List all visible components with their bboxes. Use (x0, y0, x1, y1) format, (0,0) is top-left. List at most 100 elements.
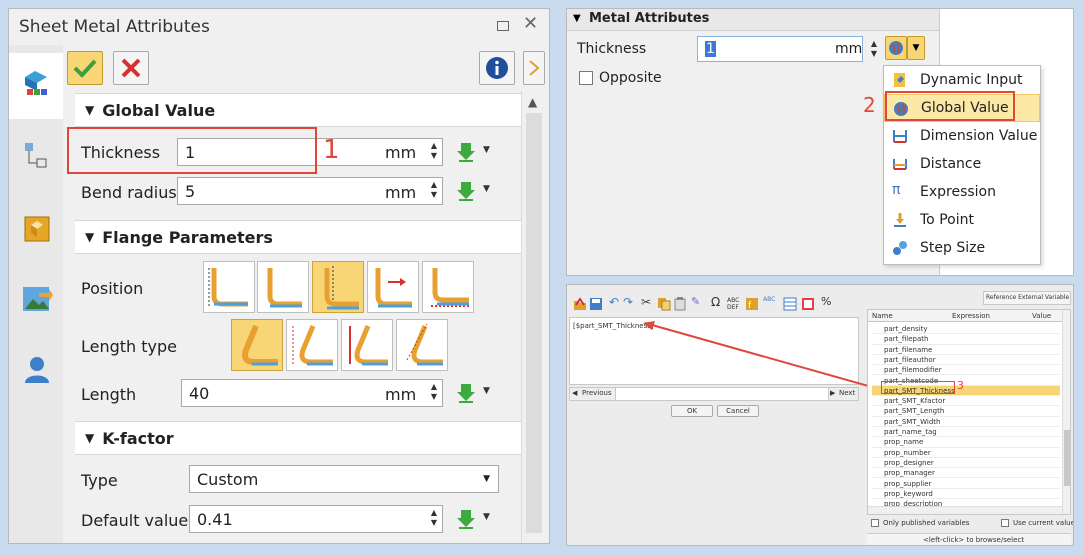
checkmark-icon (73, 59, 97, 78)
menu-item-distance[interactable]: Distance (884, 150, 1040, 178)
length-type-tangent-icon (406, 323, 443, 366)
step-size-icon (893, 241, 907, 255)
distance-icon (893, 159, 907, 170)
position-option-4[interactable] (367, 261, 419, 313)
tab-part-icon[interactable] (23, 215, 51, 243)
tab-attributes[interactable] (9, 53, 63, 119)
thickness-unit: mm (835, 41, 863, 57)
info-button[interactable] (479, 51, 515, 85)
length-type-option-4[interactable] (396, 319, 448, 371)
variable-row[interactable]: prop_name (872, 437, 1060, 448)
green-down-arrow-icon[interactable] (455, 141, 477, 163)
pi-icon: π (892, 182, 901, 198)
menu-item-dynamic-input[interactable]: Dynamic Input (884, 66, 1040, 94)
variable-row[interactable]: part_filemodifier (872, 365, 1060, 376)
variable-row[interactable]: part_density (872, 324, 1060, 335)
variable-row[interactable]: prop_designer (872, 458, 1060, 469)
length-type-web-icon (349, 325, 388, 366)
variable-row[interactable]: part_filename (872, 345, 1060, 355)
select-arrow-icon: ▼ (483, 474, 490, 484)
scrollbar[interactable]: ▲ (521, 91, 545, 543)
expand-button[interactable] (523, 51, 545, 85)
position-option-3[interactable] (312, 261, 364, 313)
dropdown-arrow-icon[interactable]: ▼ (483, 386, 490, 396)
variable-row[interactable]: part_name_tag (872, 427, 1060, 438)
collapse-icon: ▼ (85, 103, 95, 117)
type-select[interactable]: Custom ▼ (189, 465, 499, 493)
variable-row[interactable]: prop_supplier (872, 479, 1060, 489)
annotation-number-1: 1 (323, 135, 340, 165)
variable-row[interactable]: part_SMT_Kfactor (872, 396, 1060, 407)
cancel-button[interactable] (113, 51, 149, 85)
thickness-spinner[interactable]: ▲ ▼ (869, 39, 879, 59)
column-value[interactable]: Value (1032, 312, 1051, 320)
annotation-number-2: 2 (863, 93, 876, 117)
annotation-number-3: 3 (957, 379, 964, 392)
length-spinner[interactable]: ▲ ▼ (429, 382, 439, 402)
menu-item-dimension-value[interactable]: Dimension Value (884, 122, 1040, 150)
globe-icon (889, 41, 903, 55)
collapse-icon: ▼ (573, 13, 581, 24)
column-name[interactable]: Name (872, 312, 893, 320)
section-global-value[interactable]: ▼ Global Value (75, 93, 521, 127)
dropdown-arrow-icon[interactable]: ▼ (483, 512, 490, 522)
position-option-1[interactable] (203, 261, 255, 313)
dimension-icon (893, 130, 907, 143)
ok-button[interactable] (67, 51, 103, 85)
opposite-checkbox[interactable] (579, 71, 593, 85)
tab-tree-icon[interactable] (23, 141, 49, 169)
default-value-input[interactable]: 0.41 (189, 505, 443, 533)
scroll-thumb[interactable] (1064, 430, 1070, 486)
red-x-icon (121, 58, 141, 78)
tab-user-icon[interactable] (23, 355, 51, 385)
position-option-2[interactable] (257, 261, 309, 313)
length-type-option-3[interactable] (341, 319, 393, 371)
annotation-box-1 (67, 127, 317, 174)
menu-item-expression[interactable]: π Expression (884, 178, 1040, 206)
menu-item-to-point[interactable]: To Point (884, 206, 1040, 234)
scroll-up-icon[interactable]: ▲ (528, 95, 537, 109)
collapse-icon: ▼ (85, 230, 95, 244)
menu-item-step-size[interactable]: Step Size (884, 234, 1040, 262)
vertical-tab-strip (9, 45, 63, 543)
only-published-label: Only published variables (883, 519, 970, 527)
position-option-5[interactable] (422, 261, 474, 313)
length-type-outer-icon (242, 324, 278, 366)
default-value-spinner[interactable]: ▲ ▼ (429, 508, 439, 528)
dropdown-arrow-icon[interactable]: ▼ (483, 145, 490, 155)
expression-editor-panel: ↶ ↷ ✂ ✎ Ω ABC DEF f ABC % [$part_SMT_Thic… (566, 284, 1074, 546)
table-scrollbar[interactable] (1062, 310, 1070, 514)
bend-radius-label: Bend radius (81, 183, 177, 202)
variable-row[interactable]: part_SMT_Width (872, 417, 1060, 427)
table-hscrollbar[interactable] (868, 506, 1062, 514)
pin-icon[interactable] (497, 21, 509, 31)
column-expression[interactable]: Expression (952, 312, 990, 320)
use-current-checkbox[interactable] (1001, 519, 1009, 527)
dropdown-arrow-icon[interactable]: ▼ (483, 184, 490, 194)
global-value-button[interactable] (885, 36, 907, 60)
variable-row[interactable]: part_fileauthor (872, 355, 1060, 366)
section-k-factor[interactable]: ▼ K-factor (75, 421, 521, 455)
close-icon[interactable]: ✕ (523, 13, 538, 34)
variable-row[interactable]: part_SMT_Length (872, 406, 1060, 417)
value-type-dropdown[interactable]: ▼ (907, 36, 925, 60)
reference-external-variable-button[interactable]: Reference External Variable (983, 291, 1071, 305)
green-down-arrow-icon[interactable] (455, 180, 477, 202)
variable-row[interactable]: part_filepath (872, 334, 1060, 345)
length-type-label: Length type (81, 337, 178, 356)
green-down-arrow-icon[interactable] (455, 382, 477, 404)
length-type-option-2[interactable] (286, 319, 338, 371)
bend-radius-spinner[interactable]: ▲ ▼ (429, 180, 439, 200)
variable-row[interactable]: prop_manager (872, 468, 1060, 479)
metal-attributes-header[interactable]: ▼ Metal Attributes (567, 9, 939, 31)
only-published-checkbox[interactable] (871, 519, 879, 527)
length-type-option-1[interactable] (231, 319, 283, 371)
section-flange-parameters[interactable]: ▼ Flange Parameters (75, 220, 521, 254)
green-down-arrow-icon[interactable] (455, 508, 477, 530)
scroll-thumb[interactable] (526, 113, 542, 533)
flange-bend-outside-icon (431, 268, 469, 307)
variable-row[interactable]: prop_keyword (872, 489, 1060, 500)
tab-image-icon[interactable] (21, 283, 53, 315)
variable-row[interactable]: prop_number (872, 448, 1060, 458)
thickness-spinner[interactable]: ▲ ▼ (429, 141, 439, 161)
